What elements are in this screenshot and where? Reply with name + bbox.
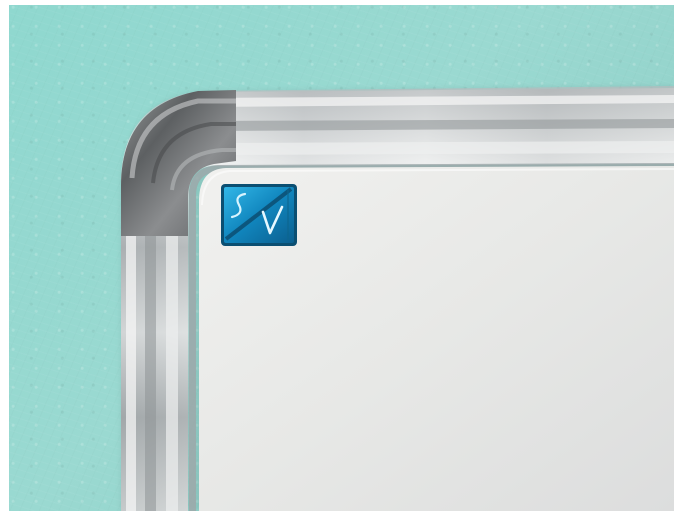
brand-logo-icon	[221, 184, 297, 246]
photo-scene	[0, 0, 674, 511]
whiteboard-corner-illustration	[121, 86, 674, 511]
